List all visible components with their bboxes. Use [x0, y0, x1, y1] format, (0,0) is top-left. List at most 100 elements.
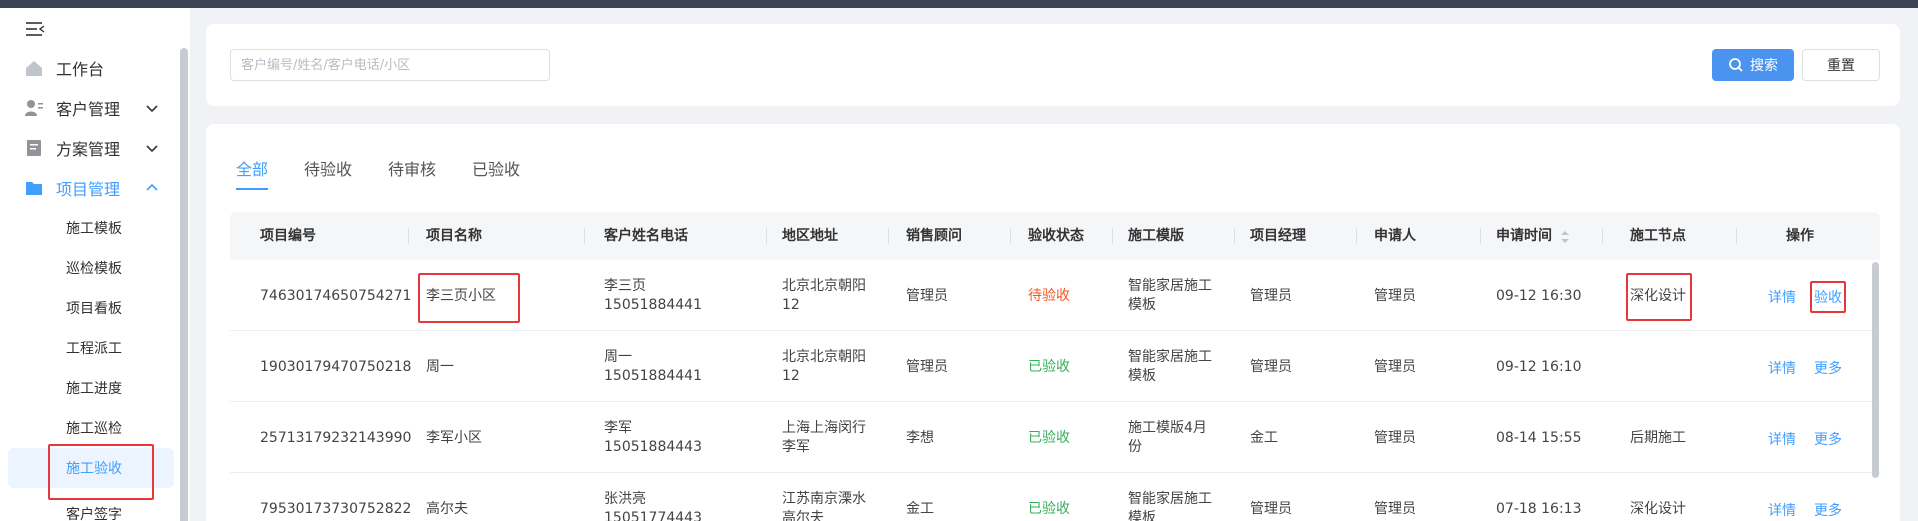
col-separator	[1234, 228, 1235, 244]
cell-sales: 管理员	[906, 359, 948, 375]
search-button-label: 搜索	[1750, 58, 1778, 74]
cell-sales: 管理员	[906, 288, 948, 304]
tab-review[interactable]: 待审核	[388, 156, 436, 180]
col-separator	[584, 228, 585, 244]
tab-pending[interactable]: 待验收	[304, 156, 352, 180]
col-header-region: 地区地址	[782, 228, 838, 244]
sidebar-subitem-progress[interactable]: 施工进度	[66, 378, 122, 400]
col-separator	[888, 228, 889, 244]
col-header-node: 施工节点	[1630, 228, 1686, 244]
sidebar-item-label: 项目管理	[56, 180, 121, 199]
cell-manager: 金工	[1250, 430, 1278, 446]
col-separator	[1010, 228, 1011, 244]
col-separator	[766, 228, 767, 244]
sidebar-subitem-project-board[interactable]: 项目看板	[66, 298, 122, 320]
cell-applicant: 管理员	[1374, 359, 1416, 375]
cell-project-name: 周一	[426, 359, 454, 375]
tab-active-indicator	[236, 188, 268, 190]
cell-template: 智能家居施工	[1128, 349, 1212, 365]
accept-link[interactable]: 验收	[1814, 287, 1842, 307]
sidebar-subitem-dispatch[interactable]: 工程派工	[66, 338, 122, 360]
cell-region: 北京北京朝阳	[782, 349, 866, 365]
more-link[interactable]: 更多	[1814, 429, 1842, 449]
table-scrollbar[interactable]	[1872, 262, 1879, 478]
cell-project-id: 25713179232143990	[260, 430, 412, 446]
sidebar-item-label: 方案管理	[56, 140, 121, 159]
cell-applicant: 管理员	[1374, 501, 1416, 517]
sidebar-item-customers[interactable]: 客户管理	[24, 96, 164, 120]
detail-link[interactable]: 详情	[1768, 500, 1796, 520]
detail-link[interactable]: 详情	[1768, 287, 1796, 307]
reset-button[interactable]: 重置	[1802, 49, 1880, 81]
sidebar-item-projects[interactable]: 项目管理	[24, 176, 164, 200]
cell-address: 高尔夫	[782, 510, 824, 521]
col-header-status: 验收状态	[1028, 228, 1084, 244]
cell-project-id: 79530173730752822	[260, 501, 412, 517]
col-separator	[1112, 228, 1113, 244]
col-header-manager: 项目经理	[1250, 228, 1306, 244]
cell-project-name: 李三页小区	[426, 288, 496, 304]
col-separator	[408, 228, 409, 244]
sort-icon[interactable]	[1560, 230, 1570, 244]
detail-link[interactable]: 详情	[1768, 358, 1796, 378]
search-button[interactable]: 搜索	[1712, 49, 1794, 81]
tab-accepted[interactable]: 已验收	[472, 156, 520, 180]
cell-node: 深化设计	[1630, 501, 1686, 517]
user-icon	[25, 100, 43, 116]
cell-time: 09-12 16:10	[1496, 359, 1582, 375]
home-icon	[26, 61, 42, 76]
cell-customer-phone: 15051884441	[604, 297, 702, 313]
tab-all[interactable]: 全部	[236, 156, 268, 180]
cell-status: 已验收	[1028, 430, 1070, 446]
cell-project-name: 李军小区	[426, 430, 482, 446]
cell-customer-phone: 15051884443	[604, 439, 702, 455]
cell-region: 北京北京朝阳	[782, 278, 866, 294]
search-input[interactable]	[230, 49, 550, 81]
col-header-sales: 销售顾问	[906, 228, 962, 244]
cell-time: 08-14 15:55	[1496, 430, 1582, 446]
cell-project-id: 74630174650754271	[260, 288, 412, 304]
col-separator	[1736, 228, 1737, 244]
table-row: 79530173730752822 高尔夫 张洪亮 15051774443 江苏…	[230, 473, 1880, 521]
cell-node: 深化设计	[1630, 288, 1686, 304]
cell-status: 已验收	[1028, 359, 1070, 375]
chevron-down-icon	[146, 145, 158, 153]
sidebar-subitem-inspection[interactable]: 施工巡检	[66, 418, 122, 440]
cell-template-cont: 份	[1128, 439, 1142, 455]
table-row: 25713179232143990 李军小区 李军 15051884443 上海…	[230, 402, 1880, 473]
table-header: 项目编号 项目名称 客户姓名电话 地区地址 销售顾问 验收状态 施工模版 项目经…	[230, 212, 1880, 260]
sidebar-subitem-customer-signature[interactable]: 客户签字	[66, 504, 122, 521]
cell-project-id: 19030179470750218	[260, 359, 412, 375]
cell-customer-name: 周一	[604, 349, 632, 365]
sidebar: 工作台 客户管理 方案管理 项目管理 施工模板 巡检模板 项目看板 工程派工 施…	[0, 8, 190, 521]
detail-link[interactable]: 详情	[1768, 429, 1796, 449]
col-header-project-name: 项目名称	[426, 228, 482, 244]
sidebar-subitem-inspection-template[interactable]: 巡检模板	[66, 258, 122, 280]
sidebar-item-label: 客户管理	[56, 100, 121, 119]
cell-template-cont: 模板	[1128, 368, 1156, 384]
more-link[interactable]: 更多	[1814, 358, 1842, 378]
document-icon	[27, 140, 41, 156]
sidebar-item-workbench[interactable]: 工作台	[24, 56, 164, 80]
cell-applicant: 管理员	[1374, 288, 1416, 304]
cell-customer-phone: 15051884441	[604, 368, 702, 384]
chevron-down-icon	[146, 105, 158, 113]
cell-status: 待验收	[1028, 288, 1070, 304]
chevron-up-icon	[146, 183, 158, 191]
table-row: 74630174650754271 李三页小区 李三页 15051884441 …	[230, 260, 1880, 331]
cell-time: 09-12 16:30	[1496, 288, 1582, 304]
sidebar-item-plans[interactable]: 方案管理	[24, 136, 164, 160]
menu-collapse-icon[interactable]	[24, 20, 46, 38]
sidebar-subitem-construction-template[interactable]: 施工模板	[66, 218, 122, 240]
sidebar-item-label: 工作台	[56, 60, 105, 79]
cell-sales: 金工	[906, 501, 934, 517]
cell-customer-name: 张洪亮	[604, 491, 646, 507]
cell-manager: 管理员	[1250, 288, 1292, 304]
sidebar-scrollbar[interactable]	[180, 48, 188, 521]
sidebar-subitem-acceptance[interactable]: 施工验收	[66, 458, 122, 480]
more-link[interactable]: 更多	[1814, 500, 1842, 520]
col-header-customer: 客户姓名电话	[604, 228, 688, 244]
cell-manager: 管理员	[1250, 359, 1292, 375]
cell-status: 已验收	[1028, 501, 1070, 517]
cell-template: 智能家居施工	[1128, 278, 1212, 294]
